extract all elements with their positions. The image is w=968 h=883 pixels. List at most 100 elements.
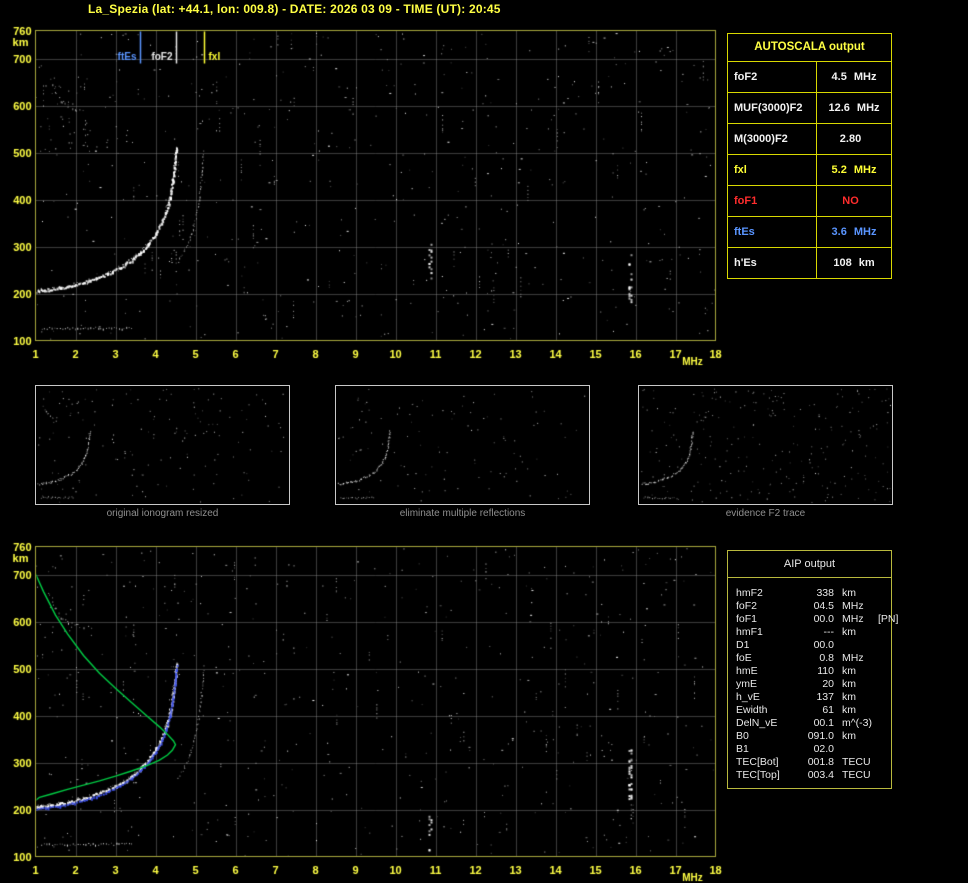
param-note	[878, 639, 891, 652]
param-note: [PN]	[878, 613, 899, 625]
param-note	[878, 704, 891, 717]
aip-row-delnve: DelN_vE 00.1 m^(-3)	[728, 717, 891, 730]
aip-row-yme: ymE 20 km	[728, 678, 891, 691]
param-label: hmE	[736, 665, 758, 677]
value-unit: MHz	[853, 164, 877, 176]
autoscala-window: La_Spezia (lat: +44.1, lon: 009.8) - DAT…	[0, 0, 968, 883]
param-label: h_vE	[736, 691, 760, 703]
param-label: ftEs	[728, 217, 817, 247]
param-value: 001.8	[807, 756, 834, 768]
param-unit: MHz	[842, 600, 864, 612]
param-label: foE	[736, 652, 752, 664]
autoscala-row-fof1: foF1 NO	[728, 186, 891, 217]
aip-row-b1: B1 02.0	[728, 743, 891, 756]
param-value: 108 km	[817, 248, 891, 278]
autoscala-row-fof2: foF2 4.5 MHz	[728, 62, 891, 93]
aip-row-hmf1: hmF1 --- km	[728, 626, 891, 639]
param-label: B1	[736, 743, 749, 755]
param-label: hmF1	[736, 626, 763, 638]
value-number: 3.6	[831, 226, 847, 238]
autoscala-row-fxl: fxl 5.2 MHz	[728, 155, 891, 186]
value-unit: MHz	[853, 226, 877, 238]
aip-row-fof2: foF2 04.5 MHz	[728, 600, 891, 613]
param-unit: km	[842, 730, 856, 742]
param-value: 110	[817, 665, 834, 677]
aip-row-hmf2: hmF2 338 km	[728, 587, 891, 600]
param-unit: TECU	[842, 756, 871, 768]
param-label: hmF2	[736, 587, 763, 599]
thumbnail-f2-trace-evidence	[638, 385, 893, 505]
autoscala-output-panel: AUTOSCALA output foF2 4.5 MHz MUF(3000)F2…	[727, 33, 892, 279]
value-number: 2.80	[839, 133, 862, 145]
main-ionogram-canvas	[0, 20, 740, 375]
param-label: foF2	[736, 600, 758, 612]
thumbnail-caption-3: evidence F2 trace	[725, 508, 806, 519]
value-number: 108	[833, 257, 852, 269]
param-label: D1	[736, 639, 750, 651]
param-label: Ewidth	[736, 704, 768, 716]
param-note	[878, 587, 891, 600]
aip-panel-title: AIP output	[728, 551, 891, 578]
param-unit: km	[842, 665, 856, 677]
param-value: NO	[817, 186, 891, 216]
param-label: DelN_vE	[736, 717, 778, 729]
aip-row-fof1: foF1 00.0 MHz [PN]	[728, 613, 898, 626]
autoscala-row-ftes: ftEs 3.6 MHz	[728, 217, 891, 248]
param-value: 3.6 MHz	[817, 217, 891, 247]
param-note	[878, 730, 891, 743]
param-value: 091.0	[807, 730, 834, 742]
param-unit: MHz	[842, 652, 864, 664]
aip-row-b0: B0 091.0 km	[728, 730, 891, 743]
param-value: 02.0	[813, 743, 834, 755]
param-value: 04.5	[813, 600, 834, 612]
param-label: foF2	[728, 62, 817, 92]
value-number: 5.2	[831, 164, 847, 176]
value-unit: km	[858, 257, 875, 269]
thumbnail-caption-1: original ionogram resized	[106, 508, 219, 519]
aip-row-d1: D1 00.0	[728, 639, 891, 652]
param-label: foF1	[736, 613, 758, 625]
param-unit: TECU	[842, 769, 871, 781]
param-value: 003.4	[807, 769, 834, 781]
param-label: TEC[Bot]	[736, 756, 779, 768]
param-note	[878, 600, 891, 613]
param-unit: km	[842, 678, 856, 690]
param-unit: km	[842, 704, 856, 716]
param-unit: MHz	[842, 613, 864, 625]
autoscala-row-muf3000f2: MUF(3000)F2 12.6 MHz	[728, 93, 891, 124]
param-label: ymE	[736, 678, 757, 690]
value-number: NO	[842, 195, 859, 207]
param-unit: km	[842, 626, 856, 638]
param-unit: m^(-3)	[842, 717, 873, 729]
autoscala-row-m3000f2: M(3000)F2 2.80	[728, 124, 891, 155]
param-value: 4.5 MHz	[817, 62, 891, 92]
param-value: 137	[816, 691, 834, 703]
param-note	[878, 678, 891, 691]
param-note	[878, 717, 891, 730]
value-unit: MHz	[853, 71, 877, 83]
param-label: MUF(3000)F2	[728, 93, 817, 123]
param-unit: km	[842, 587, 856, 599]
param-note	[878, 769, 891, 782]
param-unit	[834, 743, 878, 756]
param-note	[878, 626, 891, 639]
station-header: La_Spezia (lat: +44.1, lon: 009.8) - DAT…	[88, 2, 501, 16]
value-number: 4.5	[831, 71, 847, 83]
param-note	[878, 652, 891, 665]
aip-row-hve: h_vE 137 km	[728, 691, 891, 704]
param-value: 0.8	[819, 652, 834, 664]
param-value: ---	[823, 626, 835, 638]
param-value: 00.0	[813, 613, 834, 625]
param-value: 00.1	[813, 717, 834, 729]
param-value: 00.0	[813, 639, 834, 651]
aip-row-tecbot: TEC[Bot] 001.8 TECU	[728, 756, 891, 769]
aip-row-hme: hmE 110 km	[728, 665, 891, 678]
profile-ionogram-canvas	[0, 536, 740, 883]
param-note	[878, 665, 891, 678]
param-value: 20	[822, 678, 834, 690]
param-value: 5.2 MHz	[817, 155, 891, 185]
autoscala-panel-title: AUTOSCALA output	[728, 34, 891, 62]
aip-row-tectop: TEC[Top] 003.4 TECU	[728, 769, 891, 782]
thumbnail-no-multiple-reflections	[335, 385, 590, 505]
param-note	[878, 756, 891, 769]
